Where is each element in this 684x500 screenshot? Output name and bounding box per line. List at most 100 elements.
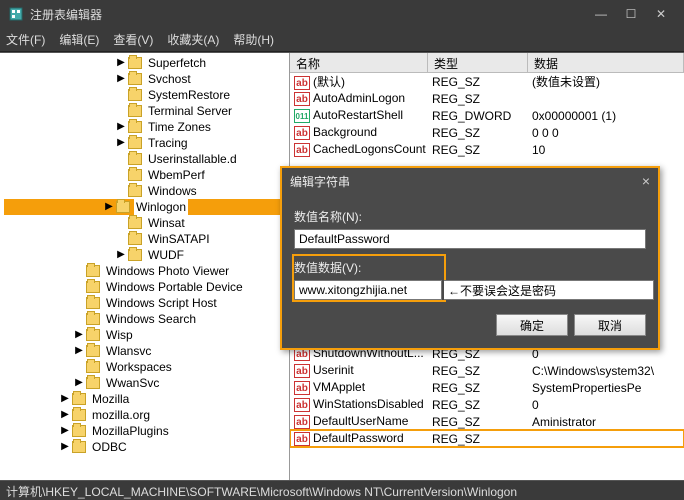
tree-label: SystemRestore	[146, 87, 232, 103]
expand-icon[interactable]	[116, 218, 126, 228]
maximize-button[interactable]: ☐	[616, 0, 646, 28]
value-data: 0	[528, 398, 684, 412]
list-row[interactable]: abBackgroundREG_SZ0 0 0	[290, 124, 684, 141]
tree-node[interactable]: WbemPerf	[4, 167, 289, 183]
expand-icon[interactable]	[74, 298, 84, 308]
list-row[interactable]: abCachedLogonsCountREG_SZ10	[290, 141, 684, 158]
tree-node[interactable]: Windows Portable Device	[4, 279, 289, 295]
col-type[interactable]: 类型	[428, 53, 528, 72]
list-row[interactable]: abDefaultUserNameREG_SZAministrator	[290, 413, 684, 430]
tree-label: Windows	[146, 183, 199, 199]
tree-node[interactable]: ▶Wisp	[4, 327, 289, 343]
expand-icon[interactable]: ▶	[116, 250, 126, 260]
expand-icon[interactable]: ▶	[116, 58, 126, 68]
tree-node[interactable]: ▶mozilla.org	[4, 407, 289, 423]
tree-pane[interactable]: ▶Superfetch▶SvchostSystemRestoreTerminal…	[0, 53, 290, 480]
tree-node[interactable]: Winsat	[4, 215, 289, 231]
list-row[interactable]: abUserinitREG_SZC:\Windows\system32\	[290, 362, 684, 379]
hint-text: ←不要误会这是密码	[444, 280, 654, 300]
tree-node[interactable]: ▶Time Zones	[4, 119, 289, 135]
value-name-input[interactable]	[294, 229, 646, 249]
expand-icon[interactable]	[74, 282, 84, 292]
dialog-titlebar[interactable]: 编辑字符串 ×	[282, 168, 658, 194]
folder-icon	[128, 105, 142, 117]
string-icon: ab	[294, 398, 310, 412]
list-row[interactable]: abVMAppletREG_SZSystemPropertiesPe	[290, 379, 684, 396]
list-row[interactable]: abWinStationsDisabledREG_SZ0	[290, 396, 684, 413]
expand-icon[interactable]	[116, 154, 126, 164]
expand-icon[interactable]: ▶	[116, 74, 126, 84]
col-data[interactable]: 数据	[528, 53, 684, 72]
tree-label: WwanSvc	[104, 375, 161, 391]
expand-icon[interactable]	[74, 314, 84, 324]
tree-node[interactable]: ▶Superfetch	[4, 55, 289, 71]
tree-node[interactable]: SystemRestore	[4, 87, 289, 103]
expand-icon[interactable]: ▶	[104, 202, 114, 212]
tree-node[interactable]: ▶Mozilla	[4, 391, 289, 407]
menu-file[interactable]: 文件(F)	[6, 31, 45, 48]
expand-icon[interactable]: ▶	[116, 122, 126, 132]
value-data-input[interactable]	[294, 280, 442, 300]
value-type: REG_SZ	[428, 415, 528, 429]
tree-label: Terminal Server	[146, 103, 234, 119]
tree-node[interactable]: ▶ODBC	[4, 439, 289, 455]
expand-icon[interactable]: ▶	[74, 378, 84, 388]
expand-icon[interactable]: ▶	[60, 410, 70, 420]
titlebar[interactable]: 注册表编辑器 — ☐ ✕	[0, 0, 684, 28]
tree-node[interactable]: Windows Search	[4, 311, 289, 327]
tree-label: Userinstallable.d	[146, 151, 239, 167]
expand-icon[interactable]: ▶	[60, 426, 70, 436]
folder-icon	[72, 409, 86, 421]
tree-node[interactable]: Windows Script Host	[4, 295, 289, 311]
expand-icon[interactable]: ▶	[60, 442, 70, 452]
edit-string-dialog: 编辑字符串 × 数值名称(N): 数值数据(V): ←不要误会这是密码 确定 取…	[280, 166, 660, 350]
menu-view[interactable]: 查看(V)	[113, 31, 153, 48]
expand-icon[interactable]	[116, 106, 126, 116]
menu-help[interactable]: 帮助(H)	[233, 31, 274, 48]
tree-node[interactable]: Windows	[4, 183, 289, 199]
ok-button[interactable]: 确定	[496, 314, 568, 336]
menu-favorites[interactable]: 收藏夹(A)	[167, 31, 219, 48]
expand-icon[interactable]: ▶	[74, 330, 84, 340]
tree-node[interactable]: ▶MozillaPlugins	[4, 423, 289, 439]
expand-icon[interactable]: ▶	[74, 346, 84, 356]
tree-node[interactable]: ▶ Wlansvc	[4, 343, 289, 359]
tree-node[interactable]: ▶Tracing	[4, 135, 289, 151]
folder-icon	[72, 393, 86, 405]
expand-icon[interactable]	[116, 186, 126, 196]
tree-label: Wlansvc	[104, 343, 153, 359]
folder-icon	[128, 89, 142, 101]
tree-node[interactable]: Windows Photo Viewer	[4, 263, 289, 279]
tree-node[interactable]: ▶Winlogon	[4, 199, 289, 215]
expand-icon[interactable]	[116, 170, 126, 180]
menu-edit[interactable]: 编辑(E)	[59, 31, 99, 48]
value-name: AutoRestartShell	[313, 108, 403, 122]
minimize-button[interactable]: —	[586, 0, 616, 28]
tree-node[interactable]: Userinstallable.d	[4, 151, 289, 167]
tree-node[interactable]: Workspaces	[4, 359, 289, 375]
list-row[interactable]: abAutoAdminLogonREG_SZ	[290, 90, 684, 107]
expand-icon[interactable]	[116, 234, 126, 244]
expand-icon[interactable]	[116, 90, 126, 100]
string-icon: ab	[294, 381, 310, 395]
cancel-button[interactable]: 取消	[574, 314, 646, 336]
dialog-title: 编辑字符串	[290, 173, 350, 190]
expand-icon[interactable]: ▶	[60, 394, 70, 404]
expand-icon[interactable]: ▶	[116, 138, 126, 148]
tree-node[interactable]: ▶WUDF	[4, 247, 289, 263]
list-row[interactable]: abDefaultPasswordREG_SZ	[290, 430, 684, 447]
dialog-close-icon[interactable]: ×	[642, 173, 650, 189]
close-button[interactable]: ✕	[646, 0, 676, 28]
expand-icon[interactable]	[74, 266, 84, 276]
tree-node[interactable]: Terminal Server	[4, 103, 289, 119]
expand-icon[interactable]	[74, 362, 84, 372]
column-headers[interactable]: 名称 类型 数据	[290, 53, 684, 73]
tree-node[interactable]: ▶Svchost	[4, 71, 289, 87]
folder-icon	[86, 345, 100, 357]
list-row[interactable]: ab(默认)REG_SZ(数值未设置)	[290, 73, 684, 90]
col-name[interactable]: 名称	[290, 53, 428, 72]
tree-node[interactable]: ▶ WwanSvc	[4, 375, 289, 391]
tree-node[interactable]: WinSATAPI	[4, 231, 289, 247]
list-row[interactable]: 011AutoRestartShellREG_DWORD0x00000001 (…	[290, 107, 684, 124]
value-type: REG_SZ	[428, 143, 528, 157]
